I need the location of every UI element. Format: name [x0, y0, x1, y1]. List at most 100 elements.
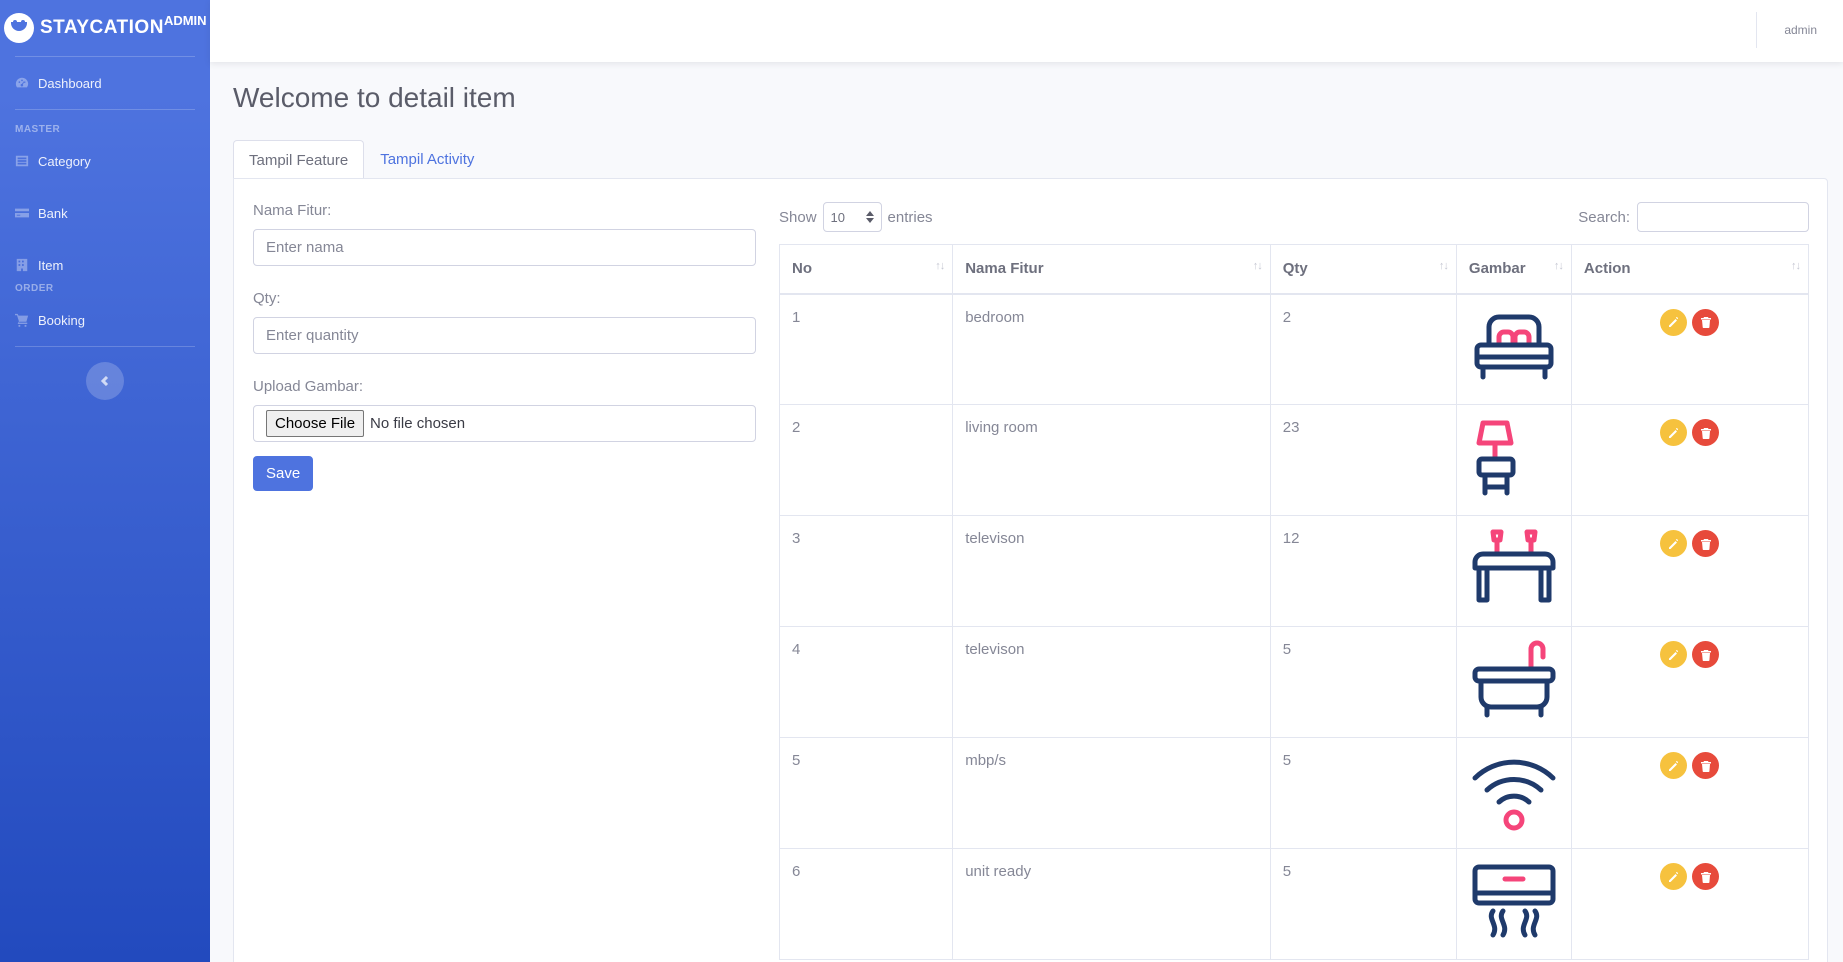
trash-icon: [1700, 871, 1711, 883]
select-arrows-icon: [865, 211, 874, 223]
edit-button[interactable]: [1660, 752, 1688, 779]
delete-button[interactable]: [1692, 752, 1720, 779]
sidebar-item-label: Bank: [38, 205, 68, 221]
trash-icon: [1700, 649, 1711, 661]
sidebar-item-label: Category: [38, 153, 91, 169]
row-image: [1455, 293, 1572, 405]
tab-activity[interactable]: Tampil Activity: [364, 139, 490, 179]
entries-select[interactable]: 10: [822, 202, 882, 232]
lamp-icon: [1469, 420, 1559, 509]
brand[interactable]: STAYCATION ADMIN: [0, 0, 210, 56]
row-actions: [1570, 626, 1810, 738]
length-control: Show 10 entries: [779, 202, 933, 232]
credit-card-icon: [15, 208, 29, 218]
entries-label: entries: [887, 208, 933, 226]
table-header-row: No ↑↓ Nama Fitur ↑↓ Qty ↑↓ Gambar ↑↓ Action ↑…: [778, 244, 1810, 295]
trash-icon: [1700, 538, 1711, 550]
qty-input[interactable]: Enter quantity: [253, 317, 756, 354]
row-no: 6: [778, 848, 954, 960]
edit-button[interactable]: [1660, 863, 1688, 890]
sort-icon: ↑↓: [1553, 260, 1564, 272]
name-input[interactable]: Enter nama: [253, 229, 756, 266]
tab-bar: Tampil Feature Tampil Activity: [233, 139, 490, 180]
row-image: [1455, 626, 1572, 738]
sidebar-item-label: Dashboard: [38, 75, 102, 91]
row-no: 3: [778, 515, 954, 627]
tab-feature[interactable]: Tampil Feature: [233, 140, 365, 180]
row-image: [1455, 737, 1572, 849]
row-name: unit ready: [952, 848, 1271, 960]
page-title: Welcome to detail item: [233, 82, 516, 113]
delete-button[interactable]: [1692, 419, 1720, 446]
sidebar-item-label: Booking: [38, 312, 85, 328]
column-header-no[interactable]: No ↑↓: [778, 244, 954, 295]
column-header-action[interactable]: Action ↑↓: [1570, 244, 1810, 295]
edit-button[interactable]: [1660, 641, 1688, 668]
sidebar-divider: [15, 109, 195, 110]
row-qty: 2: [1269, 293, 1457, 405]
sidebar-item-bank[interactable]: Bank: [0, 187, 210, 239]
choose-file-button[interactable]: Choose File: [266, 410, 365, 437]
delete-button[interactable]: [1692, 530, 1720, 557]
sidebar-item-dashboard[interactable]: Dashboard: [0, 57, 210, 109]
sidebar-item-label: Item: [38, 257, 64, 273]
edit-icon: [1668, 538, 1679, 549]
edit-icon: [1668, 871, 1679, 882]
table-row: 6 unit ready 5: [778, 848, 1810, 960]
bed-icon: [1469, 314, 1559, 399]
search-input[interactable]: [1637, 202, 1809, 232]
row-actions: [1570, 293, 1810, 405]
sidebar-toggle-button[interactable]: [86, 362, 124, 400]
brand-name: STAYCATION: [40, 17, 164, 38]
edit-icon: [1668, 649, 1679, 660]
row-image: [1455, 848, 1572, 960]
row-actions: [1570, 737, 1810, 849]
file-upload-field[interactable]: Choose File No file chosen: [253, 405, 756, 442]
search-label: Search:: [1578, 208, 1630, 226]
row-qty: 23: [1269, 404, 1457, 516]
row-qty: 5: [1269, 626, 1457, 738]
trash-icon: [1700, 760, 1711, 772]
sidebar-divider: [15, 346, 195, 347]
delete-button[interactable]: [1692, 641, 1720, 668]
row-name: televison: [952, 626, 1271, 738]
table-list-icon: [15, 155, 29, 167]
row-no: 4: [778, 626, 954, 738]
no-file-text: No file chosen: [370, 415, 466, 432]
feature-card: Nama Fitur: Enter nama Qty: Enter quanti…: [233, 178, 1828, 962]
table-icon: [1469, 529, 1559, 620]
trash-icon: [1700, 427, 1711, 439]
row-actions: [1570, 404, 1810, 516]
datatable-controls: Show 10 entries Search:: [779, 202, 1809, 234]
table-row: 5 mbp/s 5: [778, 737, 1810, 849]
row-actions: [1570, 515, 1810, 627]
row-qty: 12: [1269, 515, 1457, 627]
feature-table: No ↑↓ Nama Fitur ↑↓ Qty ↑↓ Gambar ↑↓ Action ↑…: [778, 244, 1810, 960]
edit-button[interactable]: [1660, 308, 1688, 336]
delete-button[interactable]: [1692, 308, 1720, 336]
sort-icon: ↑↓: [1252, 260, 1263, 272]
row-no: 5: [778, 737, 954, 849]
column-header-name[interactable]: Nama Fitur ↑↓: [952, 244, 1271, 295]
chevron-left-icon: [100, 376, 109, 386]
trash-icon: [1700, 317, 1711, 328]
qty-label: Qty:: [253, 290, 281, 307]
edit-button[interactable]: [1660, 530, 1688, 557]
wifi-icon: [1469, 759, 1559, 842]
feature-form: Nama Fitur: Enter nama Qty: Enter quanti…: [253, 202, 756, 491]
column-header-qty[interactable]: Qty ↑↓: [1269, 244, 1457, 295]
row-image: [1455, 404, 1572, 516]
edit-button[interactable]: [1660, 419, 1688, 446]
bathtub-icon: [1469, 640, 1559, 731]
sidebar-item-category[interactable]: Category: [0, 135, 210, 187]
edit-icon: [1668, 760, 1679, 771]
save-button[interactable]: Save: [253, 456, 314, 491]
topbar: admin: [210, 0, 1843, 62]
sidebar-item-booking[interactable]: Booking: [0, 294, 210, 346]
delete-button[interactable]: [1692, 863, 1720, 890]
user-menu[interactable]: admin: [1784, 23, 1817, 37]
brand-logo-icon: [4, 13, 34, 43]
column-header-gambar[interactable]: Gambar ↑↓: [1455, 244, 1572, 295]
building-icon: [16, 258, 28, 272]
qty-placeholder: Enter quantity: [266, 327, 359, 344]
